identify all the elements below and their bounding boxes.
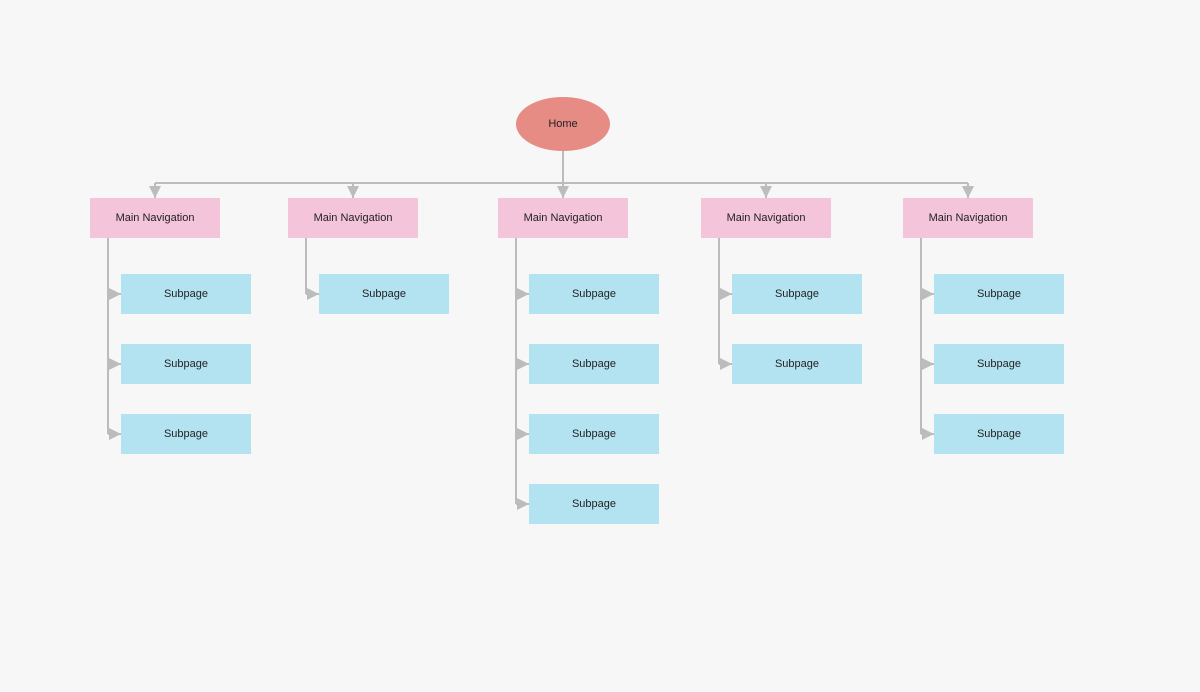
sub-node-3-3: Subpage: [529, 414, 659, 454]
sub-node-4-2-label: Subpage: [775, 358, 819, 370]
sub-node-4-1: Subpage: [732, 274, 862, 314]
sub-node-3-2: Subpage: [529, 344, 659, 384]
sub-node-2-1: Subpage: [319, 274, 449, 314]
home-node-label: Home: [548, 118, 577, 130]
sub-node-2-1-label: Subpage: [362, 288, 406, 300]
sub-node-1-3: Subpage: [121, 414, 251, 454]
nav-node-3: Main Navigation: [498, 198, 628, 238]
sub-node-1-2-label: Subpage: [164, 358, 208, 370]
sub-node-5-1-label: Subpage: [977, 288, 1021, 300]
sub-node-4-1-label: Subpage: [775, 288, 819, 300]
sub-node-3-4-label: Subpage: [572, 498, 616, 510]
nav-node-5: Main Navigation: [903, 198, 1033, 238]
sub-node-3-1-label: Subpage: [572, 288, 616, 300]
sub-node-1-3-label: Subpage: [164, 428, 208, 440]
sub-node-5-1: Subpage: [934, 274, 1064, 314]
sub-node-4-2: Subpage: [732, 344, 862, 384]
nav-node-2: Main Navigation: [288, 198, 418, 238]
sub-node-1-2: Subpage: [121, 344, 251, 384]
nav-node-2-label: Main Navigation: [314, 212, 393, 224]
sub-node-3-2-label: Subpage: [572, 358, 616, 370]
sub-node-3-4: Subpage: [529, 484, 659, 524]
sub-node-5-2: Subpage: [934, 344, 1064, 384]
sub-node-5-2-label: Subpage: [977, 358, 1021, 370]
sub-node-5-3-label: Subpage: [977, 428, 1021, 440]
nav-node-5-label: Main Navigation: [929, 212, 1008, 224]
sub-node-5-3: Subpage: [934, 414, 1064, 454]
nav-node-4: Main Navigation: [701, 198, 831, 238]
sub-node-3-3-label: Subpage: [572, 428, 616, 440]
nav-node-3-label: Main Navigation: [524, 212, 603, 224]
nav-node-1: Main Navigation: [90, 198, 220, 238]
home-node: Home: [516, 97, 610, 151]
nav-node-1-label: Main Navigation: [116, 212, 195, 224]
nav-node-4-label: Main Navigation: [727, 212, 806, 224]
sub-node-1-1-label: Subpage: [164, 288, 208, 300]
sub-node-3-1: Subpage: [529, 274, 659, 314]
sub-node-1-1: Subpage: [121, 274, 251, 314]
